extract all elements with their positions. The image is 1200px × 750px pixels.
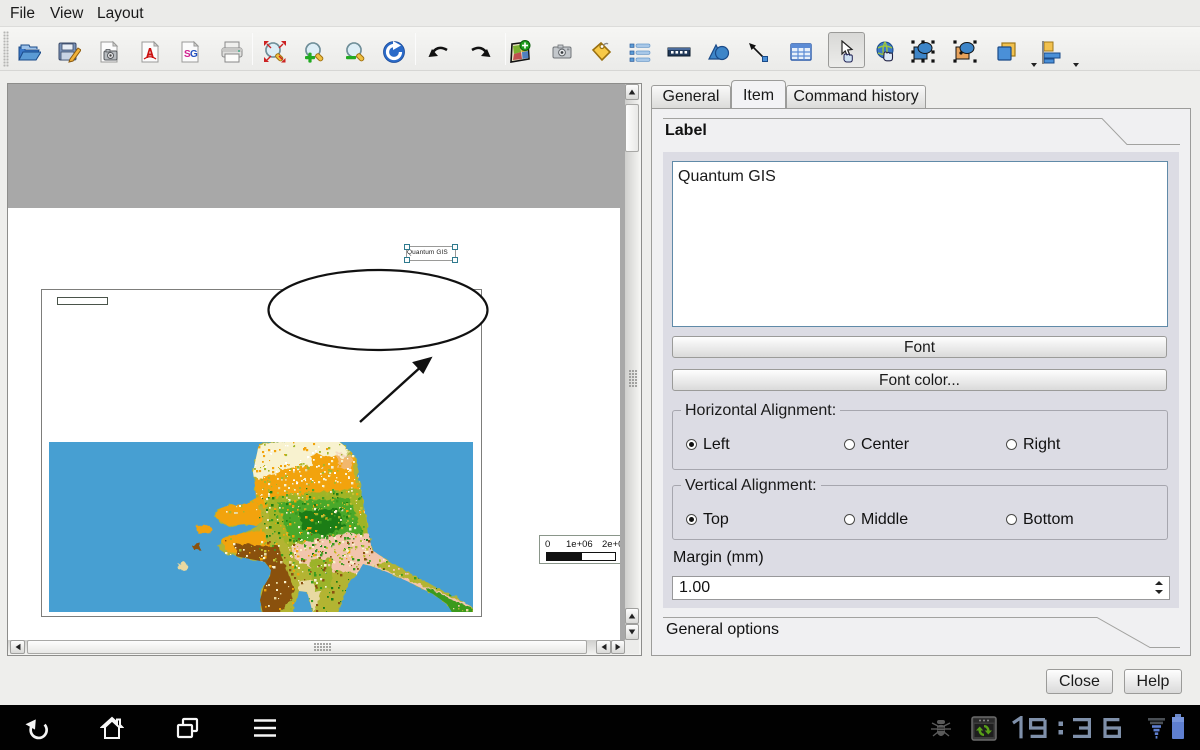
svg-text:G: G	[190, 49, 198, 60]
